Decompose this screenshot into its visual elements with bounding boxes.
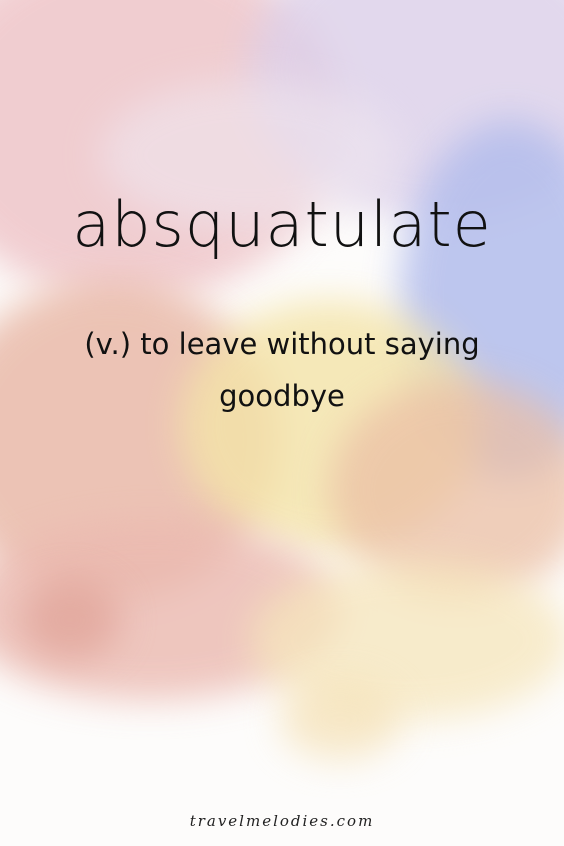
website-footer: travelmelodies.com	[189, 812, 375, 830]
watercolor-background	[0, 0, 564, 846]
word-title: absquatulate	[72, 188, 492, 261]
definition-text: (v.) to leave without saying goodbye	[84, 327, 480, 413]
